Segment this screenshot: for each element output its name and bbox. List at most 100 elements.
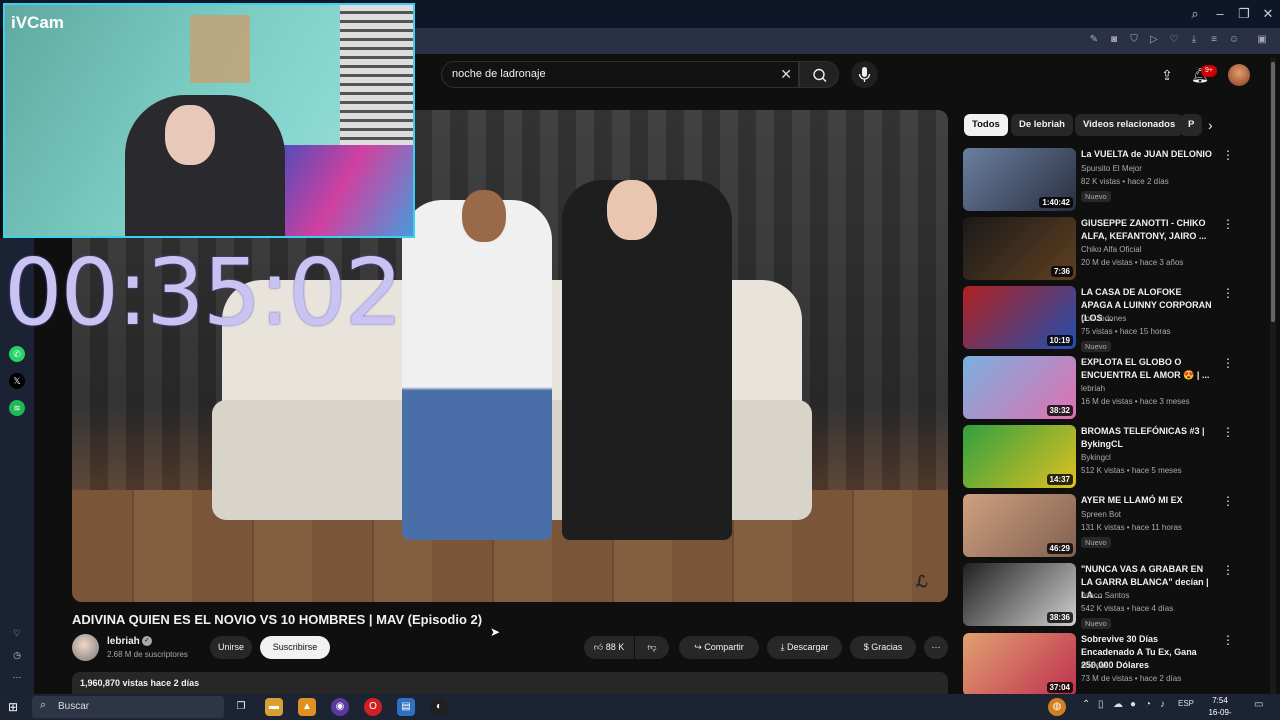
channel-avatar[interactable]	[72, 634, 99, 661]
camera-icon[interactable]: ◙	[1107, 33, 1121, 47]
related-video-item[interactable]: 38:36 "NUNCA VAS A GRABAR EN LA GARRA BLA…	[963, 563, 1253, 629]
related-video-item[interactable]: 38:32 EXPLOTA EL GLOBO O ENCUENTRA EL AMO…	[963, 356, 1253, 420]
chip-0[interactable]: Todos	[964, 114, 1008, 136]
video-thumbnail[interactable]: 7:36	[963, 217, 1076, 280]
task-view-icon[interactable]: ❐	[232, 698, 250, 716]
video-thumbnail[interactable]: 10:19	[963, 286, 1076, 349]
download-button[interactable]: ⤓ Descargar	[767, 636, 842, 659]
volume-icon[interactable]: ♪	[1160, 699, 1165, 710]
chip-3[interactable]: P	[1180, 114, 1202, 136]
scrollbar-thumb[interactable]	[1271, 62, 1275, 322]
menu-icon[interactable]: ≡	[1207, 33, 1221, 47]
more-options-icon[interactable]: ⋮	[1222, 148, 1234, 162]
more-options-icon[interactable]: ⋮	[1222, 563, 1234, 577]
app-icon-dark[interactable]: ◐	[430, 698, 448, 716]
chip-1[interactable]: De lebriah	[1011, 114, 1073, 136]
minimize-icon[interactable]: –	[1210, 4, 1230, 24]
tray-chevron-icon[interactable]: ⌃	[1082, 699, 1090, 710]
search-tabs-icon[interactable]: ⌕	[1185, 4, 1205, 24]
extensions-icon[interactable]: ▣	[1255, 33, 1269, 47]
account-avatar[interactable]	[1228, 64, 1250, 86]
video-duration: 14:37	[1046, 474, 1073, 485]
join-button[interactable]: Unirse	[210, 636, 252, 659]
video-thumbnail[interactable]: 37:04	[963, 633, 1076, 696]
upload-icon[interactable]: ⇪	[1158, 66, 1176, 84]
like-button[interactable]: 👍︎ 88 K	[584, 636, 634, 659]
search-button[interactable]	[799, 61, 839, 88]
app-icon-orange[interactable]: ▲	[298, 698, 316, 716]
more-actions-button[interactable]: ⋯	[924, 636, 948, 659]
play-icon[interactable]: ▷	[1147, 33, 1161, 47]
related-video-item[interactable]: 37:04 Sobrevive 30 Días Encadenado A Tu E…	[963, 633, 1253, 697]
subscribe-button[interactable]: Suscribirse	[260, 636, 330, 659]
dislike-button[interactable]: 👎︎	[635, 636, 669, 659]
language-indicator[interactable]: ESP	[1178, 699, 1194, 708]
file-explorer-icon[interactable]: ▬	[265, 698, 283, 716]
channel-name[interactable]: lebriah	[107, 636, 140, 647]
edit-icon[interactable]: ✎	[1087, 33, 1101, 47]
restore-icon[interactable]: ❐	[1234, 4, 1254, 24]
video-thumbnail[interactable]: 14:37	[963, 425, 1076, 488]
more-options-icon[interactable]: ⋮	[1222, 356, 1234, 370]
related-video-item[interactable]: 1:40:42 La VUELTA de JUAN DELONIO Spursito…	[963, 148, 1253, 212]
related-video-channel[interactable]: Los Jodones	[1081, 314, 1126, 323]
related-video-item[interactable]: 46:29 AYER ME LLAMÓ MI EX Spreen Bot 131 K …	[963, 494, 1253, 558]
network-icon[interactable]: ☁	[1113, 699, 1123, 710]
heart-icon[interactable]: ♡	[1167, 33, 1181, 47]
description-box[interactable]: 1,960,870 vistas hace 2 días	[72, 672, 948, 694]
notification-center-icon[interactable]: ▭	[1254, 699, 1263, 710]
clear-search-icon[interactable]: ✕	[780, 66, 792, 83]
video-thumbnail[interactable]: 38:36	[963, 563, 1076, 626]
more-options-icon[interactable]: ⋮	[1222, 633, 1234, 647]
close-icon[interactable]: ✕	[1258, 4, 1278, 24]
related-video-channel[interactable]: lebriah	[1081, 384, 1105, 393]
taskbar-search[interactable]: ⌕ Buscar	[32, 696, 224, 718]
tray-app-icon[interactable]: ◍	[1048, 698, 1066, 716]
search-input[interactable]: noche de ladronaje	[452, 68, 546, 80]
spotify-icon[interactable]: ≋	[9, 400, 25, 416]
opera-browser-icon[interactable]: O	[364, 698, 382, 716]
related-video-title[interactable]: La VUELTA de JUAN DELONIO	[1081, 148, 1213, 161]
more-icon[interactable]: ⋯	[9, 669, 25, 685]
more-options-icon[interactable]: ⋮	[1222, 425, 1234, 439]
video-thumbnail[interactable]: 38:32	[963, 356, 1076, 419]
thanks-button[interactable]: $ Gracias	[850, 636, 916, 659]
related-video-channel[interactable]: MrBeast	[1081, 661, 1111, 670]
related-video-channel[interactable]: Spursito El Mejor	[1081, 164, 1142, 173]
share-button[interactable]: ↪ Compartir	[679, 636, 759, 659]
taskbar-clock[interactable]: 7:54 16-09-2025	[1200, 695, 1240, 720]
app-icon-blue[interactable]: ▤	[397, 698, 415, 716]
wifi-icon[interactable]: ◔	[1145, 699, 1151, 710]
related-video-channel[interactable]: Chiko Alfa Oficial	[1081, 245, 1141, 254]
related-video-channel[interactable]: Spreen Bot	[1081, 510, 1121, 519]
search-box[interactable]: noche de ladronaje ✕	[441, 61, 799, 88]
battery-icon[interactable]: ▯	[1098, 699, 1104, 710]
shield-icon[interactable]: ⛉	[1127, 33, 1141, 47]
whatsapp-icon[interactable]: ✆	[9, 346, 25, 362]
more-options-icon[interactable]: ⋮	[1222, 217, 1234, 231]
app-icon-purple[interactable]: ◉	[331, 698, 349, 716]
related-video-title[interactable]: BROMAS TELEFÓNICAS #3 | BykingCL	[1081, 425, 1213, 451]
voice-search-button[interactable]	[851, 61, 878, 88]
mic-tray-icon[interactable]: ●	[1130, 699, 1136, 710]
chevron-right-icon[interactable]: ›	[1208, 117, 1213, 133]
history-icon[interactable]: ◷	[9, 647, 25, 663]
video-thumbnail[interactable]: 46:29	[963, 494, 1076, 557]
related-video-item[interactable]: 14:37 BROMAS TELEFÓNICAS #3 | BykingCL Byk…	[963, 425, 1253, 489]
video-thumbnail[interactable]: 1:40:42	[963, 148, 1076, 211]
x-twitter-icon[interactable]: 𝕏	[9, 373, 25, 389]
related-video-item[interactable]: 10:19 LA CASA DE ALOFOKE APAGA A LUINNY C…	[963, 286, 1253, 352]
related-video-title[interactable]: AYER ME LLAMÓ MI EX	[1081, 494, 1213, 507]
chip-2[interactable]: Videos relacionados	[1075, 114, 1184, 136]
profile-icon[interactable]: ☺	[1227, 33, 1241, 47]
related-video-title[interactable]: EXPLOTA EL GLOBO O ENCUENTRA EL AMOR 😍 |…	[1081, 356, 1213, 382]
more-options-icon[interactable]: ⋮	[1222, 286, 1234, 300]
heart-icon[interactable]: ♡	[9, 625, 25, 641]
related-video-channel[interactable]: Joaco Santos	[1081, 591, 1129, 600]
windows-start-icon[interactable]: ⊞	[8, 699, 24, 715]
download-icon[interactable]: ⤓	[1187, 33, 1201, 47]
related-video-title[interactable]: GIUSEPPE ZANOTTI - CHIKO ALFA, KEFANTONY…	[1081, 217, 1213, 243]
related-video-channel[interactable]: Bykingcl	[1081, 453, 1111, 462]
related-video-item[interactable]: 7:36 GIUSEPPE ZANOTTI - CHIKO ALFA, KEFAN…	[963, 217, 1253, 281]
more-options-icon[interactable]: ⋮	[1222, 494, 1234, 508]
